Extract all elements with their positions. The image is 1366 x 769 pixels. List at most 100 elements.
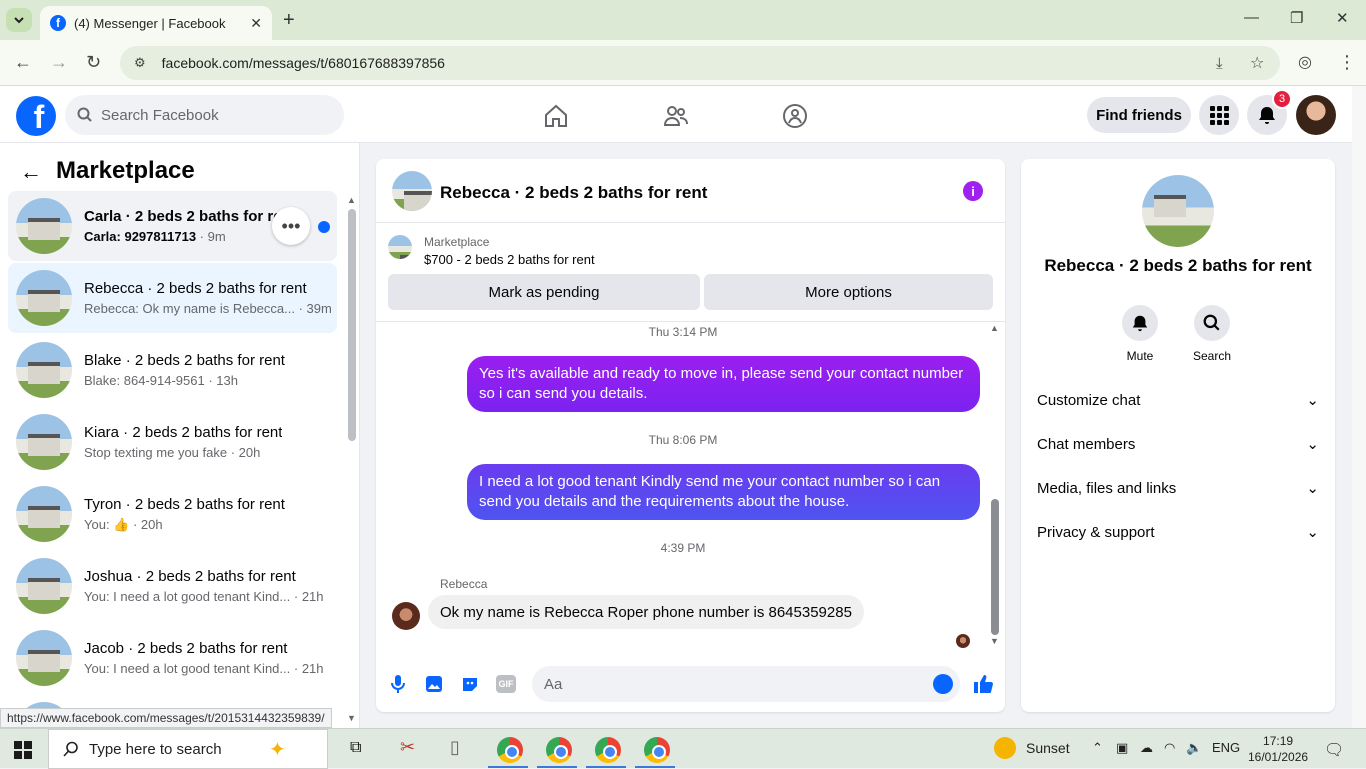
microphone-icon[interactable] — [387, 673, 409, 695]
conversation-item-tyron[interactable]: Tyron · 2 beds 2 baths for rent You: 👍 ·… — [8, 479, 337, 549]
emoji-icon[interactable] — [933, 674, 953, 694]
more-options-button[interactable]: More options — [704, 274, 993, 310]
listing-thumbnail[interactable] — [1142, 175, 1214, 247]
friends-icon[interactable] — [663, 103, 689, 129]
conversation-item-kiara[interactable]: Kiara · 2 beds 2 baths for rent Stop tex… — [8, 407, 337, 477]
taskbar-search-input[interactable]: Type here to search ✦ — [48, 729, 328, 769]
conversation-preview: Carla: 9297811713 — [84, 229, 197, 244]
bookmark-star-icon[interactable]: ☆ — [1250, 53, 1264, 73]
conversation-item-joshua[interactable]: Joshua · 2 beds 2 baths for rent You: I … — [8, 551, 337, 621]
thumbs-up-icon[interactable] — [972, 673, 994, 695]
sparkle-icon: ✦ — [269, 738, 286, 761]
file-icon[interactable]: ▯ — [450, 737, 460, 758]
sender-avatar[interactable] — [392, 602, 420, 630]
weather-text[interactable]: Sunset — [1026, 740, 1070, 756]
back-arrow-icon[interactable]: ← — [20, 159, 42, 185]
task-view-icon[interactable]: ⧉ — [350, 739, 361, 757]
info-icon[interactable]: i — [963, 181, 983, 201]
chat-scrollbar[interactable] — [991, 499, 999, 635]
volume-icon[interactable]: 🔈 — [1186, 740, 1202, 756]
seen-avatar — [956, 634, 970, 648]
chrome-app-icon[interactable] — [595, 737, 621, 763]
chrome-app-icon[interactable] — [497, 737, 523, 763]
clock[interactable]: 17:19 16/01/2026 — [1248, 733, 1308, 765]
close-window-icon[interactable]: ✕ — [1336, 9, 1349, 27]
maximize-icon[interactable]: ❐ — [1290, 9, 1303, 27]
photo-icon[interactable] — [423, 673, 445, 695]
listing-thumbnail[interactable] — [392, 171, 432, 211]
browser-menu-icon[interactable]: ⋮ — [1338, 52, 1356, 73]
home-icon[interactable] — [543, 103, 569, 129]
reload-icon[interactable]: ↻ — [86, 52, 101, 73]
new-tab-icon[interactable]: + — [283, 9, 295, 32]
chat-title[interactable]: Rebecca · 2 beds 2 baths for rent — [440, 183, 707, 203]
listing-thumbnail — [16, 270, 72, 326]
sticker-icon[interactable] — [459, 673, 481, 695]
back-icon[interactable]: ← — [14, 52, 32, 73]
message-input[interactable]: Aa — [532, 666, 960, 702]
conversation-list-scrollbar[interactable] — [348, 209, 356, 441]
scroll-up-icon[interactable]: ▲ — [347, 195, 356, 205]
mark-as-pending-button[interactable]: Mark as pending — [388, 274, 700, 310]
chevron-up-icon[interactable]: ⌃ — [1092, 740, 1103, 756]
chrome-app-icon[interactable] — [546, 737, 572, 763]
listing-thumbnail — [16, 414, 72, 470]
conversation-item-rebecca[interactable]: Rebecca · 2 beds 2 baths for rent Rebecc… — [8, 263, 337, 333]
conversation-item-blake[interactable]: Blake · 2 beds 2 baths for rent Blake: 8… — [8, 335, 337, 405]
gif-icon[interactable]: GIF — [495, 673, 517, 695]
scroll-up-icon[interactable]: ▲ — [990, 323, 999, 333]
facebook-search-input[interactable]: Search Facebook — [65, 95, 344, 135]
scroll-down-icon[interactable]: ▼ — [347, 713, 356, 723]
site-info-icon[interactable]: ⚙ — [134, 55, 146, 71]
outgoing-message[interactable]: Yes it's available and ready to move in,… — [467, 356, 980, 412]
chat-details-panel: Rebecca · 2 beds 2 baths for rent Mute S… — [1021, 159, 1335, 712]
browser-tab[interactable]: f (4) Messenger | Facebook ✕ — [40, 6, 272, 40]
conversation-preview: You: I need a lot good tenant Kind... — [84, 661, 291, 676]
snipping-tool-icon[interactable]: ✂ — [400, 737, 415, 758]
privacy-support-row[interactable]: Privacy & support ⌄ — [1037, 510, 1319, 554]
address-bar-row: ← → ↻ ⚙ facebook.com/messages/t/68016768… — [0, 40, 1366, 86]
profile-icon[interactable]: ◎ — [1298, 52, 1312, 72]
find-friends-button[interactable]: Find friends — [1087, 97, 1191, 133]
conversation-time: · 9m — [199, 229, 226, 244]
weather-sun-icon[interactable] — [994, 737, 1016, 759]
chrome-app-icon[interactable] — [644, 737, 670, 763]
media-files-links-row[interactable]: Media, files and links ⌄ — [1037, 466, 1319, 510]
notification-center-icon[interactable]: 🗨 — [1324, 740, 1344, 760]
tab-title: (4) Messenger | Facebook — [74, 15, 226, 31]
tab-search-button[interactable] — [6, 8, 32, 32]
message-timestamp: 4:39 PM — [660, 541, 706, 555]
groups-icon[interactable] — [782, 103, 808, 129]
customize-chat-row[interactable]: Customize chat ⌄ — [1037, 378, 1319, 422]
tray-app-icon[interactable]: ▣ — [1116, 740, 1128, 756]
minimize-icon[interactable]: — — [1244, 9, 1259, 26]
notification-badge: 3 — [1272, 89, 1292, 109]
facebook-logo[interactable]: f — [16, 96, 56, 136]
close-tab-icon[interactable]: ✕ — [250, 15, 262, 32]
chat-members-row[interactable]: Chat members ⌄ — [1037, 422, 1319, 466]
page-scrollbar[interactable] — [1352, 86, 1366, 728]
conversation-name: Blake · 2 beds 2 baths for rent — [84, 352, 285, 369]
more-options-icon[interactable]: ••• — [272, 207, 310, 245]
incoming-message[interactable]: Ok my name is Rebecca Roper phone number… — [428, 595, 864, 629]
cloud-icon[interactable]: ☁ — [1140, 740, 1153, 756]
conversation-item-carla[interactable]: Carla · 2 beds 2 baths for rent Carla: 9… — [8, 191, 337, 261]
search-in-chat-button[interactable]: Search — [1182, 305, 1242, 363]
account-avatar[interactable] — [1296, 95, 1336, 135]
conversation-name: Joshua · 2 beds 2 baths for rent — [84, 568, 296, 585]
install-icon[interactable]: ⤓ — [1216, 55, 1223, 72]
windows-start-icon[interactable] — [14, 741, 32, 759]
outgoing-message[interactable]: I need a lot good tenant Kindly send me … — [467, 464, 980, 520]
conversation-preview: Blake: 864-914-9561 — [84, 373, 205, 388]
language-indicator[interactable]: ENG — [1212, 740, 1240, 755]
chevron-down-icon — [14, 17, 24, 24]
url-bar[interactable]: ⚙ facebook.com/messages/t/68016768839785… — [120, 46, 1280, 80]
menu-grid-button[interactable] — [1199, 95, 1239, 135]
conversation-item-jacob[interactable]: Jacob · 2 beds 2 baths for rent You: I n… — [8, 623, 337, 693]
forward-icon[interactable]: → — [50, 52, 68, 73]
wifi-icon[interactable]: ◠ — [1164, 740, 1175, 756]
mute-button[interactable]: Mute — [1110, 305, 1170, 363]
listing-thumbnail — [16, 198, 72, 254]
conversation-time: · 39m — [298, 301, 332, 316]
scroll-down-icon[interactable]: ▼ — [990, 636, 999, 646]
